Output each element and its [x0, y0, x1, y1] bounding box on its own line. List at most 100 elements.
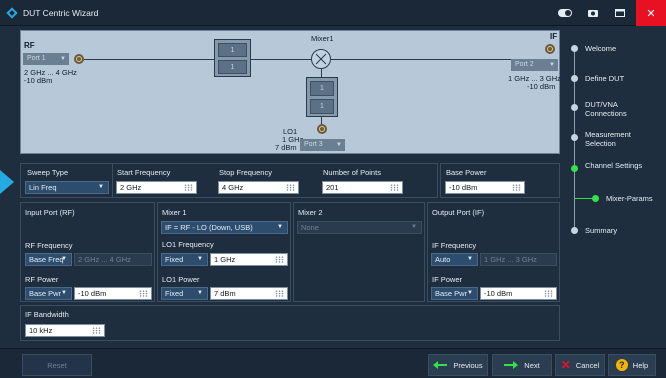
start-frequency-input[interactable]: 2 GHz: [116, 181, 197, 194]
base-power-value: -10 dBm: [449, 183, 478, 192]
nav-label: Summary: [585, 226, 618, 235]
wizard-steps-nav: Welcome Define DUT DUT/VNA Connections M…: [563, 30, 666, 348]
lo1-power-mode-select[interactable]: Fixed ▼: [161, 287, 208, 300]
rf-cell-1: 1: [218, 43, 247, 57]
lo1-frequency-mode-select[interactable]: Fixed ▼: [161, 253, 208, 266]
if-frequency-value: 1 GHz ... 3 GHz: [484, 255, 537, 264]
mixer1-title: Mixer 1: [162, 208, 187, 217]
if-bandwidth-input[interactable]: 10 kHz: [25, 324, 105, 337]
window-title: DUT Centric Wizard: [23, 8, 99, 18]
lo1-power-input[interactable]: 7 dBm: [210, 287, 288, 300]
if-power-label: IF Power: [432, 275, 463, 284]
lo-port-connector-icon: [317, 124, 327, 134]
signal-line: [251, 59, 311, 60]
camera-icon[interactable]: [578, 0, 608, 26]
arrow-right-icon: [504, 361, 519, 369]
keypad-icon: [275, 256, 284, 263]
chevron-down-icon: ▼: [60, 56, 66, 62]
points-input[interactable]: 201: [322, 181, 403, 194]
lo-power-label: 7 dBm: [275, 143, 297, 152]
rf-frequency-value: 2 GHz ... 4 GHz: [78, 255, 131, 264]
if-label: IF: [550, 32, 558, 41]
sweep-type-value: Lin Freq: [29, 183, 57, 192]
keypad-icon: [390, 184, 399, 191]
lo-port-value: Port 3: [304, 141, 323, 148]
if-power-value: -10 dBm: [484, 289, 513, 298]
nav-label: Measurement Selection: [585, 130, 631, 148]
nav-label: Welcome: [585, 44, 617, 53]
if-bandwidth-value: 10 kHz: [29, 326, 53, 335]
lo1-frequency-value: 1 GHz: [214, 255, 236, 264]
next-label: Next: [524, 360, 540, 370]
cancel-label: Cancel: [575, 360, 600, 370]
base-power-panel: Base Power -10 dBm: [440, 163, 560, 198]
keypad-icon: [286, 184, 295, 191]
mixer-icon: [311, 49, 331, 69]
rf-frequency-mode-value: Base Freq: [29, 255, 64, 264]
toggle-icon[interactable]: [550, 0, 580, 26]
lo-attenuator-block: 1 1: [306, 77, 338, 117]
base-power-label: Base Power: [446, 168, 487, 177]
rf-frequency-mode-select[interactable]: Base Freq ▼: [25, 253, 72, 266]
if-port-select[interactable]: Port 2 ▼: [511, 59, 558, 71]
mixer1-panel: Mixer 1 IF = RF - LO (Down, USB) ▼ LO1 Fr…: [157, 202, 291, 302]
maximize-icon[interactable]: [605, 0, 635, 26]
rf-power-label: -10 dBm: [24, 76, 53, 85]
cancel-button[interactable]: ✕ Cancel: [555, 354, 605, 376]
chevron-down-icon: ▼: [411, 224, 417, 230]
sweep-type-label: Sweep Type: [27, 168, 69, 177]
nav-label: Define DUT: [585, 74, 625, 83]
next-button[interactable]: Next: [492, 354, 552, 376]
rf-port-select[interactable]: Port 1 ▼: [23, 53, 69, 65]
lo1-power-label: LO1 Power: [162, 275, 200, 284]
if-power-input[interactable]: -10 dBm: [480, 287, 557, 300]
lo1-frequency-input[interactable]: 1 GHz: [210, 253, 288, 266]
stop-frequency-label: Stop Frequency: [219, 168, 272, 177]
rf-power-input[interactable]: -10 dBm: [74, 287, 152, 300]
lo1-frequency-label: LO1 Frequency: [162, 240, 214, 249]
chevron-down-icon: ▼: [98, 184, 104, 190]
start-frequency-value: 2 GHz: [120, 183, 142, 192]
signal-line: [84, 59, 214, 60]
chevron-down-icon: ▼: [61, 256, 67, 262]
if-power-label: -10 dBm: [527, 82, 556, 91]
help-label: Help: [632, 360, 649, 370]
input-port-panel: Input Port (RF) RF Frequency Base Freq ▼ …: [20, 202, 155, 302]
nav-label: Mixer-Params: [606, 194, 653, 203]
step-dot-icon: [571, 165, 578, 172]
step-dot-icon: [571, 75, 578, 82]
app-logo-icon: [6, 7, 18, 19]
lo1-power-value: 7 dBm: [214, 289, 236, 298]
rf-power-mode-select[interactable]: Base Pwr ▼: [25, 287, 72, 300]
lo1-power-mode-value: Fixed: [165, 289, 184, 298]
if-frequency-input: 1 GHz ... 3 GHz: [480, 253, 557, 266]
reset-label: Reset: [47, 360, 67, 370]
mixer2-panel: Mixer 2 None ▼: [293, 202, 425, 302]
title-bar: DUT Centric Wizard ✕: [0, 0, 666, 26]
rf-power-label: RF Power: [25, 275, 59, 284]
stop-frequency-input[interactable]: 4 GHz: [218, 181, 299, 194]
button-bar: Reset Previous Next ✕ Cancel ? Help: [0, 348, 666, 378]
divider: [112, 164, 113, 197]
if-power-mode-select[interactable]: Base Pwr ▼: [431, 287, 478, 300]
if-frequency-mode-select[interactable]: Auto ▼: [431, 253, 478, 266]
help-button[interactable]: ? Help: [608, 354, 656, 376]
input-port-title: Input Port (RF): [25, 208, 75, 217]
keypad-icon: [139, 290, 148, 297]
close-icon[interactable]: ✕: [636, 0, 666, 26]
rf-frequency-label: RF Frequency: [25, 241, 73, 250]
sub-step-connector: [575, 198, 593, 199]
start-frequency-label: Start Frequency: [117, 168, 171, 177]
lo1-frequency-mode-value: Fixed: [165, 255, 184, 264]
reset-button[interactable]: Reset: [22, 354, 92, 376]
if-port-value: Port 2: [515, 61, 534, 68]
rf-attenuator-block: 1 1: [214, 39, 251, 77]
chevron-down-icon: ▼: [467, 290, 473, 296]
previous-button[interactable]: Previous: [428, 354, 488, 376]
mixer1-formula-select[interactable]: IF = RF - LO (Down, USB) ▼: [161, 221, 288, 234]
sweep-type-select[interactable]: Lin Freq ▼: [25, 181, 109, 194]
dut-diagram: RF Port 1 ▼ 2 GHz ... 4 GHz -10 dBm 1 1 M…: [20, 30, 561, 154]
lo-port-select[interactable]: Port 3 ▼: [300, 139, 345, 151]
mixer2-value: None: [301, 223, 319, 232]
base-power-input[interactable]: -10 dBm: [445, 181, 525, 194]
